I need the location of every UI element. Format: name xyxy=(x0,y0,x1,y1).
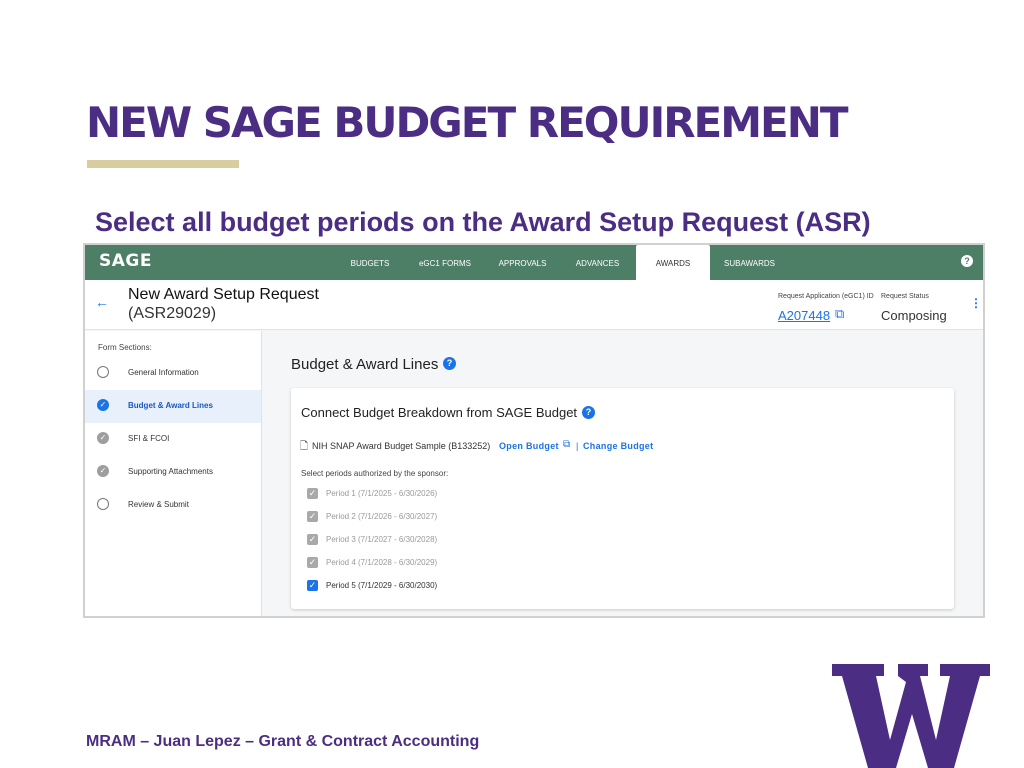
nav-awards[interactable]: AWARDS xyxy=(636,245,710,280)
sidebar-item-budget-award-lines[interactable]: ✓ Budget & Award Lines xyxy=(85,390,261,423)
circle-empty-icon xyxy=(97,366,109,378)
sidebar-item-sfi-fcoi[interactable]: ✓ SFI & FCOI xyxy=(85,423,261,456)
budget-card: Connect Budget Breakdown from SAGE Budge… xyxy=(291,388,954,609)
nav-egc1-forms[interactable]: eGC1 FORMS xyxy=(410,245,480,280)
period-label: Period 5 (7/1/2029 - 6/30/2030) xyxy=(326,581,438,590)
section-title: Budget & Award Lines xyxy=(291,356,439,373)
page-title: New Award Setup Request xyxy=(128,286,319,303)
circle-empty-icon xyxy=(97,498,109,510)
check-circle-icon: ✓ xyxy=(97,432,109,444)
period-checkbox-row[interactable]: ✓ Period 5 (7/1/2029 - 6/30/2030) xyxy=(307,580,607,594)
status-value: Composing xyxy=(881,308,947,323)
request-app-link[interactable]: A207448 xyxy=(778,308,830,323)
footer-credit: MRAM – Juan Lepez – Grant & Contract Acc… xyxy=(86,733,480,750)
sidebar-item-supporting-attachments[interactable]: ✓ Supporting Attachments xyxy=(85,456,261,489)
uw-logo xyxy=(832,664,990,768)
sage-logo[interactable]: SAGE xyxy=(99,251,152,271)
help-icon[interactable]: ? xyxy=(961,255,973,267)
sidebar-item-label: Review & Submit xyxy=(128,500,189,509)
period-label: Period 3 (7/1/2027 - 6/30/2028) xyxy=(326,535,438,544)
period-label: Period 2 (7/1/2026 - 6/30/2027) xyxy=(326,512,438,521)
question-icon[interactable]: ? xyxy=(443,357,456,370)
back-arrow-icon[interactable]: ← xyxy=(95,294,109,310)
open-budget-link[interactable]: Open Budget xyxy=(499,441,559,451)
card-title: Connect Budget Breakdown from SAGE Budge… xyxy=(301,405,578,420)
checkbox-checked-icon[interactable]: ✓ xyxy=(307,557,318,568)
slide-subtitle: Select all budget periods on the Award S… xyxy=(95,207,871,237)
external-link-icon[interactable]: ⧉ xyxy=(835,306,844,322)
period-label: Period 1 (7/1/2025 - 6/30/2026) xyxy=(326,489,438,498)
period-checkbox-row[interactable]: ✓ Period 3 (7/1/2027 - 6/30/2028) xyxy=(307,534,607,548)
checkbox-checked-icon[interactable]: ✓ xyxy=(307,488,318,499)
check-circle-icon: ✓ xyxy=(97,399,109,411)
sidebar-item-label: SFI & FCOI xyxy=(128,434,170,443)
request-header: ← New Award Setup Request (ASR29029) Req… xyxy=(85,280,983,330)
document-icon: 🗋 xyxy=(300,441,309,452)
check-circle-icon: ✓ xyxy=(97,465,109,477)
form-sections-sidebar: Form Sections: General Information ✓ Bud… xyxy=(85,331,262,616)
period-label: Period 4 (7/1/2028 - 6/30/2029) xyxy=(326,558,438,567)
nav-advances[interactable]: ADVANCES xyxy=(565,245,630,280)
nav-budgets[interactable]: BUDGETS xyxy=(340,245,400,280)
sidebar-item-label: Supporting Attachments xyxy=(128,467,213,476)
request-app-label: Request Application (eGC1) ID xyxy=(778,293,874,300)
slide-title: NEW SAGE BUDGET REQUIREMENT xyxy=(86,98,849,147)
period-checkbox-row[interactable]: ✓ Period 2 (7/1/2026 - 6/30/2027) xyxy=(307,511,607,525)
sidebar-item-label: General Information xyxy=(128,368,199,377)
nav-subawards[interactable]: SUBAWARDS xyxy=(717,245,782,280)
checkbox-checked-icon[interactable]: ✓ xyxy=(307,511,318,522)
top-nav-bar: SAGE BUDGETS eGC1 FORMS APPROVALS ADVANC… xyxy=(85,245,983,280)
sidebar-item-review-submit[interactable]: Review & Submit xyxy=(85,489,261,522)
status-label: Request Status xyxy=(881,293,929,300)
more-options-icon[interactable]: ⋮ xyxy=(970,296,982,310)
period-checkbox-row[interactable]: ✓ Period 1 (7/1/2025 - 6/30/2026) xyxy=(307,488,607,502)
sidebar-item-label: Budget & Award Lines xyxy=(128,401,213,410)
periods-label: Select periods authorized by the sponsor… xyxy=(301,469,449,478)
link-separator: | xyxy=(576,441,579,451)
question-icon[interactable]: ? xyxy=(582,406,595,419)
budget-name: NIH SNAP Award Budget Sample (B133252) xyxy=(312,441,491,451)
sidebar-item-general-information[interactable]: General Information xyxy=(85,357,261,390)
asr-id: (ASR29029) xyxy=(128,305,217,322)
period-checkbox-row[interactable]: ✓ Period 4 (7/1/2028 - 6/30/2029) xyxy=(307,557,607,571)
checkbox-checked-icon[interactable]: ✓ xyxy=(307,580,318,591)
checkbox-checked-icon[interactable]: ✓ xyxy=(307,534,318,545)
sidebar-heading: Form Sections: xyxy=(98,343,152,352)
title-underline xyxy=(87,160,239,168)
external-link-icon[interactable]: ⧉ xyxy=(563,439,570,450)
change-budget-link[interactable]: Change Budget xyxy=(583,441,653,451)
sage-screenshot: SAGE BUDGETS eGC1 FORMS APPROVALS ADVANC… xyxy=(83,243,985,618)
nav-approvals[interactable]: APPROVALS xyxy=(490,245,555,280)
